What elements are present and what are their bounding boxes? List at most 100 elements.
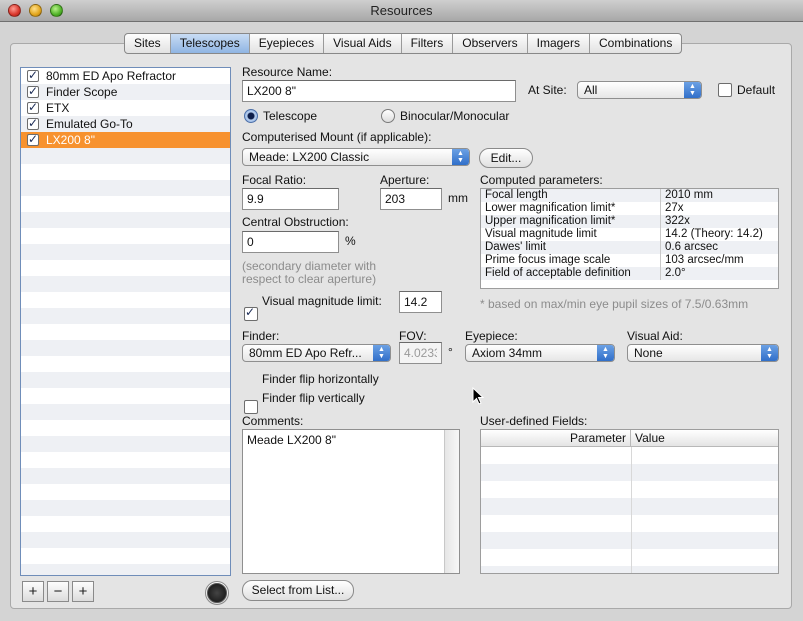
- binocular-radio[interactable]: [381, 109, 395, 123]
- user-fields-header: Parameter Value: [481, 430, 778, 447]
- list-item-label: 80mm ED Apo Refractor: [46, 69, 177, 83]
- at-site-label: At Site:: [528, 83, 567, 97]
- computed-params-table: Focal length 2010 mm Lower magnification …: [480, 188, 779, 289]
- aperture-unit: mm: [448, 191, 468, 205]
- fov-label: FOV:: [399, 329, 427, 343]
- chevron-updown-icon: ▲ ▼: [761, 345, 778, 361]
- obstruction-note-line2: respect to clear aperture): [242, 272, 377, 286]
- focal-ratio-label: Focal Ratio:: [242, 173, 307, 187]
- add-button[interactable]: +: [22, 581, 44, 602]
- eyepiece-value: Axiom 34mm: [472, 346, 543, 360]
- enabled-checkbox[interactable]: [27, 116, 39, 130]
- visual-mag-limit-label: Visual magnitude limit:: [262, 294, 382, 308]
- obstruction-note-line1: (secondary diameter with: [242, 259, 377, 273]
- list-item-label: Emulated Go-To: [46, 117, 133, 131]
- duplicate-button[interactable]: +: [72, 581, 94, 602]
- list-item[interactable]: 80mm ED Apo Refractor: [21, 68, 230, 84]
- table-row: Upper magnification limit* 322x: [481, 215, 778, 228]
- edit-mount-button[interactable]: Edit...: [479, 148, 533, 168]
- enabled-checkbox[interactable]: [27, 68, 39, 82]
- at-site-popup[interactable]: All ▲ ▼: [577, 81, 702, 99]
- table-row: Visual magnitude limit 14.2 (Theory: 14.2…: [481, 228, 778, 241]
- computed-params-label: Computed parameters:: [480, 173, 603, 187]
- list-item[interactable]: Emulated Go-To: [21, 116, 230, 132]
- visual-aid-label: Visual Aid:: [627, 329, 683, 343]
- tab-observers[interactable]: Observers: [453, 34, 528, 53]
- enabled-checkbox[interactable]: [27, 84, 39, 98]
- visual-mag-limit-field[interactable]: [399, 291, 442, 313]
- finder-flip-vertical-label: Finder flip vertically: [262, 391, 365, 405]
- title-bar: Resources: [0, 0, 803, 22]
- duplicate-icon: +: [78, 583, 88, 600]
- table-row: Prime focus image scale 103 arcsec/mm: [481, 254, 778, 267]
- list-item[interactable]: ETX: [21, 100, 230, 116]
- mount-value: Meade: LX200 Classic: [249, 150, 370, 164]
- chevron-updown-icon: ▲ ▼: [684, 82, 701, 98]
- select-from-list-button[interactable]: Select from List...: [242, 580, 354, 601]
- telescope-radio[interactable]: [244, 109, 258, 123]
- computed-footnote: * based on max/min eye pupil sizes of 7.…: [480, 297, 749, 311]
- default-checkbox[interactable]: [718, 83, 732, 97]
- finder-popup[interactable]: 80mm ED Apo Refr... ▲ ▼: [242, 344, 391, 362]
- list-item-selected[interactable]: LX200 8": [21, 132, 230, 148]
- comments-scrollbar[interactable]: [444, 430, 459, 573]
- column-header-value[interactable]: Value: [631, 430, 665, 446]
- fov-unit: °: [448, 345, 453, 359]
- tab-visual-aids[interactable]: Visual Aids: [324, 34, 402, 53]
- chevron-updown-icon: ▲ ▼: [373, 345, 390, 361]
- enabled-checkbox[interactable]: [27, 100, 39, 114]
- tab-sites[interactable]: Sites: [125, 34, 171, 53]
- column-divider: [631, 447, 632, 573]
- aperture-field[interactable]: [380, 188, 442, 210]
- tab-filters[interactable]: Filters: [402, 34, 454, 53]
- user-fields-label: User-defined Fields:: [480, 414, 588, 428]
- eyepiece-popup[interactable]: Axiom 34mm ▲ ▼: [465, 344, 615, 362]
- list-item-label: Finder Scope: [46, 85, 118, 99]
- visual-aid-popup[interactable]: None ▲ ▼: [627, 344, 779, 362]
- tab-imagers[interactable]: Imagers: [528, 34, 590, 53]
- user-fields-table[interactable]: Parameter Value: [480, 429, 779, 574]
- mount-popup[interactable]: Meade: LX200 Classic ▲ ▼: [242, 148, 470, 166]
- tab-bar: Sites Telescopes Eyepieces Visual Aids F…: [124, 33, 683, 54]
- tab-telescopes[interactable]: Telescopes: [170, 34, 250, 53]
- list-item-label: LX200 8": [46, 133, 95, 147]
- table-row: Lower magnification limit* 27x: [481, 202, 778, 215]
- list-item-label: ETX: [46, 101, 70, 115]
- gear-icon: [207, 583, 227, 603]
- comments-label: Comments:: [242, 414, 304, 428]
- binocular-radio-label: Binocular/Monocular: [400, 109, 510, 123]
- telescope-list[interactable]: 80mm ED Apo Refractor Finder Scope ETX E…: [20, 67, 231, 576]
- enabled-checkbox[interactable]: [27, 132, 39, 146]
- table-row: Dawes' limit 0.6 arcsec: [481, 241, 778, 254]
- table-row: Field of acceptable definition 2.0°: [481, 267, 778, 280]
- eyepiece-label: Eyepiece:: [465, 329, 518, 343]
- window-title: Resources: [370, 3, 433, 18]
- at-site-value: All: [584, 83, 598, 97]
- resource-name-field[interactable]: [242, 80, 516, 102]
- table-row: Focal length 2010 mm: [481, 189, 778, 202]
- fov-field: [399, 342, 442, 364]
- tab-combinations[interactable]: Combinations: [590, 34, 681, 53]
- action-menu-button[interactable]: [205, 581, 229, 605]
- visual-mag-limit-checkbox[interactable]: [244, 305, 258, 321]
- comments-textarea[interactable]: Meade LX200 8": [242, 429, 460, 574]
- central-obstruction-field[interactable]: [242, 231, 339, 253]
- finder-flip-horizontal-checkbox[interactable]: [244, 400, 258, 414]
- chevron-updown-icon: ▲ ▼: [597, 345, 614, 361]
- aperture-label: Aperture:: [380, 173, 430, 187]
- central-obstruction-unit: %: [345, 234, 356, 248]
- remove-button[interactable]: −: [47, 581, 69, 602]
- central-obstruction-label: Central Obstruction:: [242, 215, 349, 229]
- comments-text: Meade LX200 8": [247, 433, 336, 447]
- list-item[interactable]: Finder Scope: [21, 84, 230, 100]
- resource-name-label: Resource Name:: [242, 65, 333, 79]
- finder-value: 80mm ED Apo Refr...: [249, 346, 362, 360]
- telescope-radio-label: Telescope: [263, 109, 318, 123]
- tab-eyepieces[interactable]: Eyepieces: [250, 34, 325, 53]
- finder-label: Finder:: [242, 329, 280, 343]
- chevron-updown-icon: ▲ ▼: [452, 149, 469, 165]
- column-header-parameter[interactable]: Parameter: [481, 430, 631, 446]
- default-label: Default: [737, 83, 776, 97]
- focal-ratio-field[interactable]: [242, 188, 339, 210]
- finder-flip-horizontal-label: Finder flip horizontally: [262, 372, 379, 386]
